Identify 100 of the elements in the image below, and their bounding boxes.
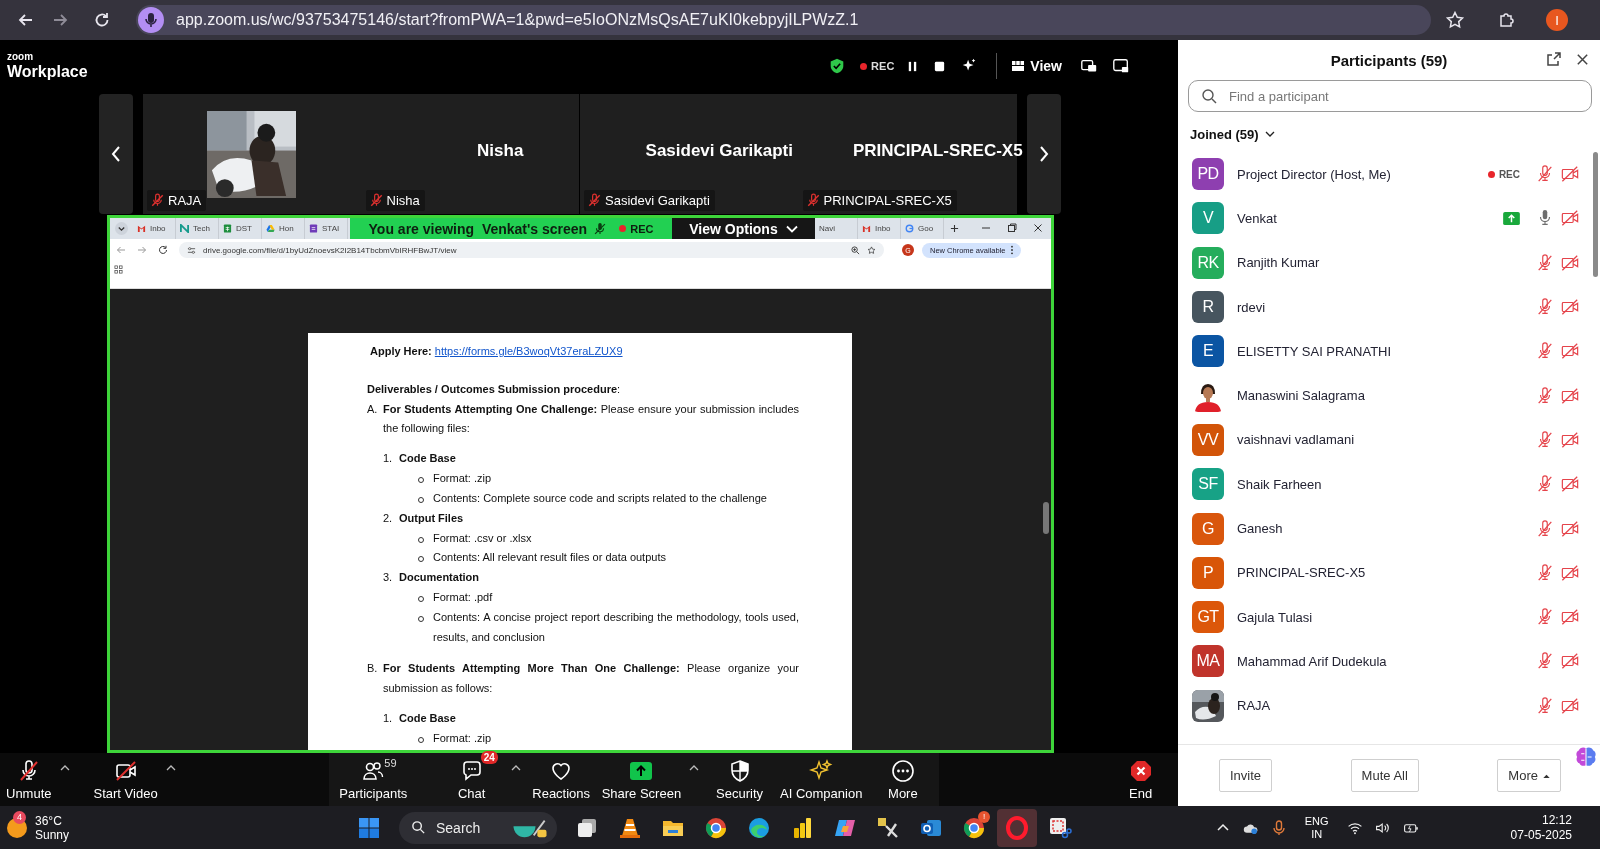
participant-row[interactable]: MA Mahammad Arif Dudekula <box>1178 639 1600 684</box>
close-icon[interactable] <box>1033 223 1043 233</box>
participant-row[interactable]: R rdevi <box>1178 284 1600 330</box>
profile-avatar[interactable]: I <box>1546 9 1568 31</box>
stop-icon[interactable] <box>933 59 947 73</box>
avatar: RK <box>1192 246 1224 279</box>
tab-search-icon[interactable] <box>115 222 128 235</box>
invite-button[interactable]: Invite <box>1219 759 1273 792</box>
unmute-button[interactable]: Unmute <box>6 758 52 801</box>
caret-icon[interactable] <box>689 764 700 771</box>
participant-row[interactable]: VV vaishnavi vadlamani <box>1178 417 1600 463</box>
participant-name: Mahammad Arif Dudekula <box>1237 653 1387 669</box>
participant-name: PRINCIPAL-SREC-X5 <box>1237 565 1366 581</box>
reload-icon[interactable] <box>158 245 168 255</box>
participant-row[interactable]: V Venkat <box>1178 196 1600 241</box>
clock-time[interactable]: 12:12 <box>1541 812 1572 828</box>
end-button[interactable]: End <box>1128 758 1153 801</box>
participant-row[interactable]: E ELISETTY SAI PRANATHI <box>1178 329 1600 374</box>
weather-condition: Sunny <box>35 827 70 842</box>
avatar: PD <box>1192 158 1224 191</box>
avatar: E <box>1192 335 1224 368</box>
restore-icon[interactable] <box>1007 223 1017 233</box>
participant-row[interactable]: RAJA <box>1178 683 1600 728</box>
more-button[interactable]: More <box>871 758 934 801</box>
circle-logo-icon[interactable] <box>962 815 986 840</box>
more-icon <box>890 758 915 783</box>
form-icon <box>309 224 318 233</box>
tools-icon[interactable] <box>876 815 900 840</box>
search-box[interactable]: Find a participant <box>1188 80 1592 112</box>
bullet-text: Format: .zip <box>433 731 493 746</box>
avatar: G <box>1192 512 1224 545</box>
participant-name: Sasidevi Garikapti <box>645 140 793 161</box>
security-button[interactable]: Security <box>708 758 771 801</box>
bullet-text: Contents: A concise project report describing the methodology, tools used, results, and conclusion <box>433 609 799 645</box>
taskbar-search[interactable]: Search <box>399 811 557 844</box>
view-options-button[interactable]: View Options <box>672 218 815 239</box>
start-video-button[interactable]: Start Video <box>93 758 158 801</box>
participant-name: Venkat <box>1237 210 1277 226</box>
recording-indicator: REC <box>619 222 654 235</box>
participant-name: Ranjith Kumar <box>1237 255 1320 271</box>
caret-icon[interactable] <box>510 764 521 771</box>
participant-name: RAJA <box>1237 698 1271 714</box>
bullet-text: Contents: Complete source code and scripts related to the challenge <box>433 491 768 506</box>
form-link[interactable]: https://forms.gle/B3woqVt37eraLZUX9 <box>434 345 623 357</box>
participant-name: ELISETTY SAI PRANATHI <box>1237 343 1392 359</box>
reactions-button[interactable]: Reactions <box>530 758 593 801</box>
screen-share-icon <box>1503 211 1520 225</box>
window-icon[interactable] <box>1112 57 1130 75</box>
brain-icon[interactable] <box>1574 745 1598 769</box>
region-code[interactable]: IN <box>1311 827 1323 841</box>
end-icon <box>1128 758 1153 783</box>
address-bar[interactable]: app.zoom.us/wc/93753475146/start?fromPWA=1&pwd=e5IoONzMsQsAE7uKI0kebpyjILPWzZ.1 <box>136 5 1431 35</box>
caret-icon[interactable] <box>165 764 176 771</box>
pop-out-icon[interactable] <box>1546 51 1562 67</box>
microphone-icon[interactable] <box>1270 819 1287 836</box>
paragraph: For Students Attempting One Challenge: Please ensure your submission includes the following files: <box>383 401 799 436</box>
participant-row[interactable]: PD Project Director (Host, Me) REC <box>1178 152 1600 197</box>
puzzle-icon[interactable] <box>1497 10 1517 30</box>
windows-start-icon[interactable] <box>357 815 381 840</box>
participant-row[interactable]: P PRINCIPAL-SREC-X5 <box>1178 550 1600 595</box>
scrollbar-thumb[interactable] <box>1043 502 1049 534</box>
mute-all-button[interactable]: Mute All <box>1350 759 1419 792</box>
list-number: 1. <box>383 451 394 467</box>
apps-grid-icon[interactable] <box>114 265 123 274</box>
close-icon[interactable] <box>1575 52 1590 67</box>
new-tab-icon[interactable] <box>950 224 959 233</box>
language-code[interactable]: ENG <box>1304 814 1329 828</box>
item-title: Output Files <box>399 510 464 526</box>
scrollbar-thumb[interactable] <box>1593 152 1598 277</box>
wave-logo-icon[interactable] <box>747 815 771 840</box>
participant-label: Sasidevi Garikapti <box>605 192 710 208</box>
participant-row[interactable]: SF Shaik Farheen <box>1178 462 1600 507</box>
mail-icon <box>137 224 146 233</box>
participant-count: 59 <box>384 756 397 769</box>
microphone-icon <box>138 7 164 33</box>
list-marker: A. <box>367 401 379 417</box>
participant-row[interactable]: GT Gajula Tulasi <box>1178 594 1600 640</box>
list-marker: B. <box>367 661 379 677</box>
address-bar[interactable]: drive.google.com/file/d/1byUdZnoevsK2I2B14TbcbmVbIRHFBwJT/view <box>179 242 884 258</box>
participant-row[interactable]: RK Ranjith Kumar <box>1178 240 1600 285</box>
participant-name: PRINCIPAL-SREC-X5 <box>852 140 1023 161</box>
participant-row[interactable]: Manaswini Salagrama <box>1178 373 1600 418</box>
triangle-logo-icon <box>266 224 275 233</box>
scissors-icon[interactable] <box>1048 815 1072 840</box>
avatar: VV <box>1192 423 1224 456</box>
spreadsheet-icon <box>223 224 232 233</box>
ai-button[interactable]: AI Companion <box>780 758 863 801</box>
view-button[interactable]: View <box>1011 58 1062 74</box>
star-icon[interactable] <box>1445 10 1465 30</box>
avatar: R <box>1192 291 1224 324</box>
clock-date[interactable]: 07-05-2025 <box>1510 827 1572 843</box>
share-button[interactable]: Share Screen <box>601 758 682 801</box>
caret-icon[interactable] <box>59 764 70 771</box>
more-button[interactable]: More <box>1497 759 1561 792</box>
joined-group-toggle[interactable]: Joined (59) <box>1190 124 1275 144</box>
site-settings-icon <box>187 245 196 255</box>
search-field[interactable]: Find a participant <box>1227 87 1591 105</box>
menu-icon[interactable] <box>1010 245 1015 255</box>
circle-logo-icon[interactable] <box>704 815 728 840</box>
participant-row[interactable]: G Ganesh <box>1178 506 1600 551</box>
